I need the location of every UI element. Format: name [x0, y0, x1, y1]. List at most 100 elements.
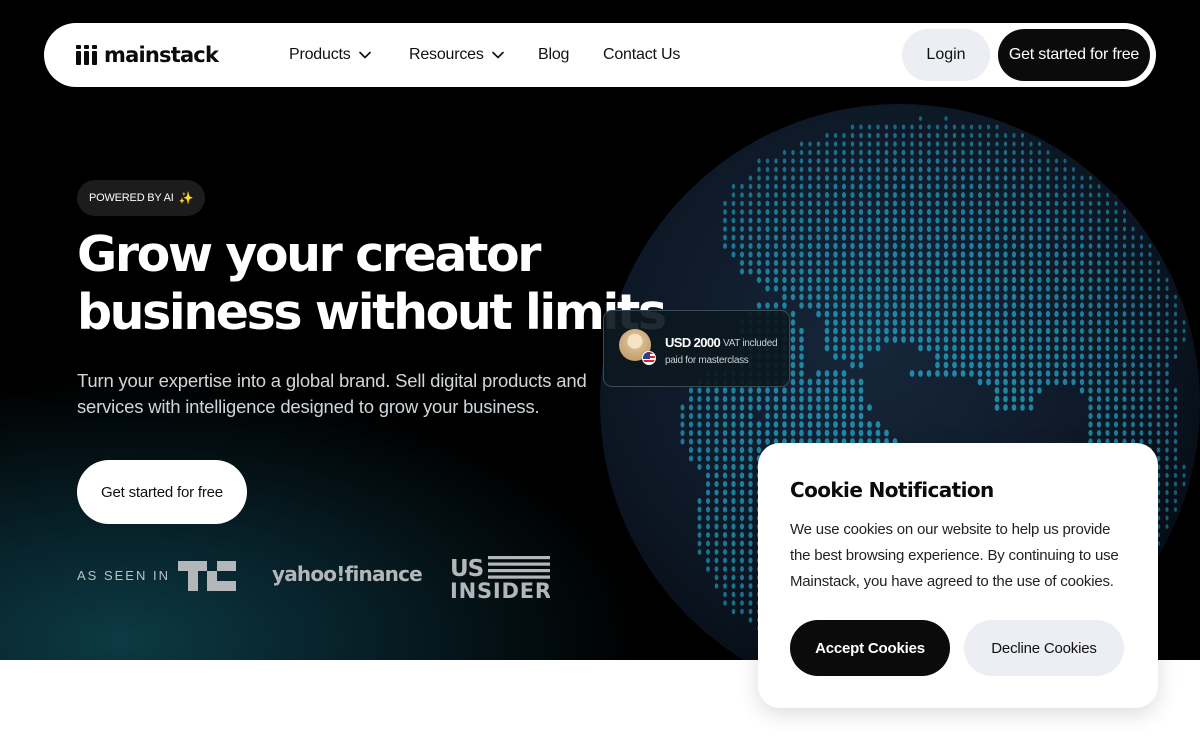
globe-dot — [952, 175, 957, 181]
globe-dot — [1113, 396, 1119, 402]
globe-dot — [705, 506, 711, 513]
globe-dot — [833, 149, 838, 156]
globe-dot — [1122, 268, 1127, 275]
globe-dot — [799, 429, 804, 437]
globe-dot — [765, 259, 770, 267]
globe-dot — [1028, 302, 1034, 309]
nav-get-started-button[interactable]: Get started for free — [998, 29, 1150, 81]
globe-dot — [1122, 226, 1127, 232]
globe-dot — [807, 404, 813, 411]
globe-dot — [799, 412, 804, 420]
globe-dot — [825, 132, 829, 139]
globe-dot — [1105, 251, 1110, 258]
globe-dot — [1071, 285, 1076, 292]
globe-dot — [790, 200, 796, 207]
globe-dot — [841, 421, 847, 428]
globe-dot — [978, 158, 982, 164]
globe-dot — [1139, 268, 1144, 275]
globe-dot — [1071, 251, 1076, 258]
globe-dot — [731, 497, 736, 505]
globe-dot — [926, 251, 932, 258]
globe-dot — [850, 412, 855, 420]
globe-dot — [808, 183, 812, 190]
globe-dot — [833, 276, 838, 284]
globe-dot — [926, 293, 932, 301]
globe-dot — [892, 319, 898, 326]
globe-dot — [943, 319, 949, 326]
globe-dot — [790, 412, 796, 420]
globe-dot — [1173, 345, 1178, 351]
globe-dot — [841, 259, 847, 267]
globe-dot — [986, 158, 991, 164]
globe-dot — [875, 336, 881, 343]
globe-dot — [1071, 243, 1076, 249]
globe-dot — [722, 480, 728, 488]
globe-dot — [875, 344, 881, 352]
globe-dot — [1122, 311, 1127, 317]
globe-dot — [909, 175, 915, 181]
globe-dot — [1028, 327, 1034, 335]
globe-dot — [816, 276, 821, 284]
globe-dot — [1131, 430, 1135, 436]
globe-dot — [740, 583, 744, 589]
globe-dot — [901, 158, 906, 164]
globe-dot — [833, 234, 838, 241]
globe-dot — [1037, 200, 1042, 207]
globe-dot — [994, 344, 1000, 352]
globe-dot — [731, 540, 736, 547]
globe-dot — [748, 395, 753, 403]
globe-dot — [858, 242, 864, 250]
globe-dot — [969, 234, 974, 241]
globe-dot — [952, 225, 957, 233]
nav-resources[interactable]: Resources — [409, 45, 504, 65]
globe-dot — [1139, 311, 1144, 317]
accept-cookies-button[interactable]: Accept Cookies — [790, 620, 950, 676]
globe-dot — [901, 327, 906, 335]
globe-dot — [1003, 361, 1008, 369]
globe-dot — [1012, 200, 1016, 207]
globe-dot — [765, 387, 770, 394]
globe-dot — [1105, 311, 1110, 317]
globe-dot — [1028, 285, 1034, 292]
globe-dot — [926, 370, 932, 377]
globe-dot — [697, 387, 702, 394]
globe-dot — [1096, 421, 1102, 428]
globe-dot — [977, 361, 983, 369]
globe-dot — [901, 302, 906, 309]
globe-dot — [935, 234, 940, 241]
globe-dot — [816, 302, 821, 309]
globe-dot — [1012, 141, 1016, 147]
mainstack-logo[interactable]: mainstack — [76, 43, 219, 67]
globe-dot — [824, 327, 830, 335]
globe-dot — [1020, 336, 1025, 343]
globe-dot — [1020, 344, 1025, 352]
globe-dot — [858, 225, 864, 233]
globe-dot — [773, 276, 779, 284]
globe-dot — [1088, 387, 1093, 394]
globe-dot — [884, 310, 889, 318]
nav-blog[interactable]: Blog — [538, 45, 569, 65]
globe-dot — [807, 225, 813, 233]
decline-cookies-button[interactable]: Decline Cookies — [964, 620, 1124, 676]
globe-dot — [748, 421, 753, 428]
nav-contact-us[interactable]: Contact Us — [603, 45, 680, 65]
globe-dot — [782, 412, 787, 420]
login-button[interactable]: Login — [902, 29, 990, 81]
globe-dot — [986, 234, 991, 241]
globe-dot — [748, 472, 753, 479]
globe-dot — [1165, 353, 1169, 360]
globe-dot — [748, 412, 753, 420]
globe-dot — [1114, 319, 1118, 326]
globe-dot — [1097, 184, 1101, 189]
globe-dot — [893, 124, 897, 130]
globe-dot — [722, 523, 728, 530]
globe-dot — [994, 285, 1000, 292]
globe-dot — [901, 175, 906, 181]
ai-badge: POWERED BY AI ✨ — [77, 180, 206, 216]
hero-get-started-button[interactable]: Get started for free — [77, 460, 247, 524]
nav-products[interactable]: Products — [289, 45, 371, 65]
globe-dot — [875, 293, 881, 301]
globe-dot — [1148, 362, 1152, 368]
globe-dot — [1114, 234, 1118, 241]
globe-dot — [808, 149, 812, 156]
